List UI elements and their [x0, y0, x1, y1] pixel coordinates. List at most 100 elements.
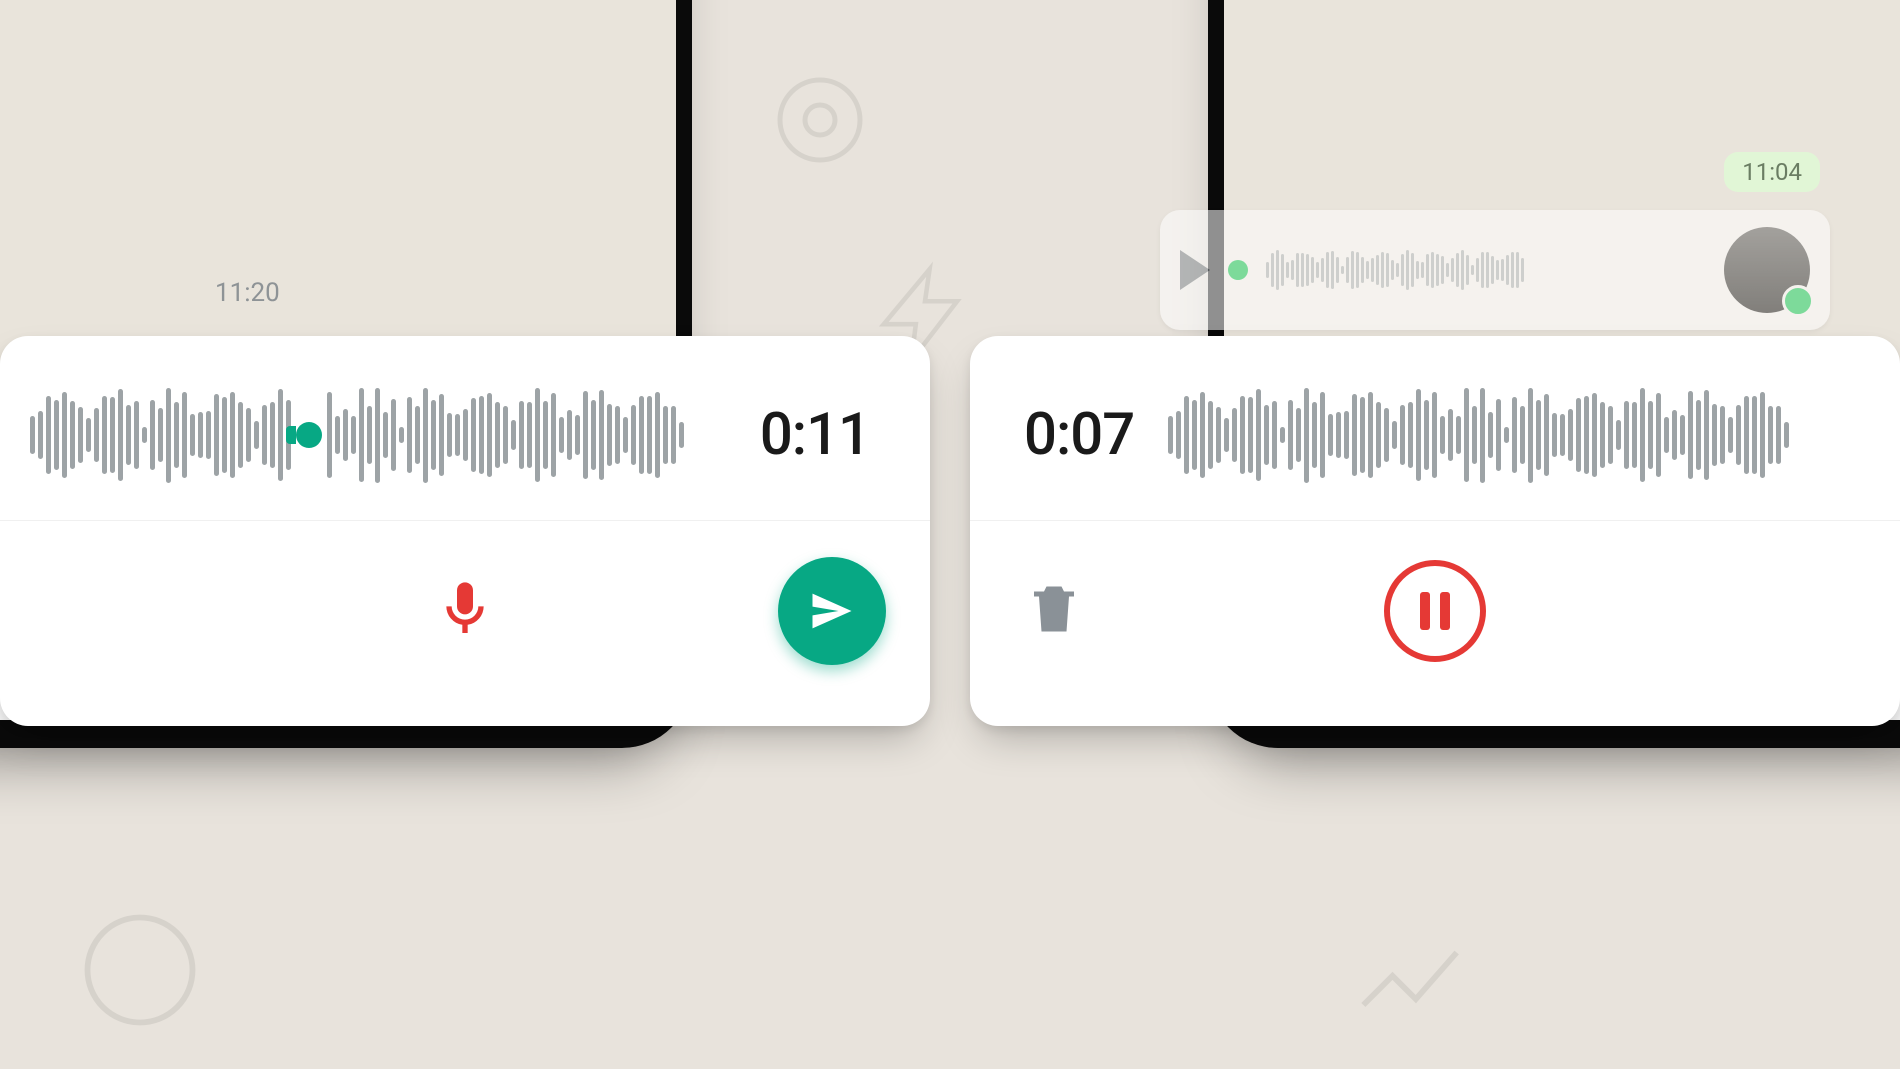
playhead-dot	[1228, 260, 1248, 280]
waveform-bar	[270, 402, 275, 468]
waveform-bar	[511, 420, 516, 450]
waveform-bar	[262, 405, 267, 466]
waveform-bar	[647, 396, 652, 474]
recording-duration: 0:11	[760, 401, 870, 469]
waveform-bar	[591, 400, 596, 470]
waveform-bar	[383, 412, 388, 457]
waveform-bar	[431, 400, 436, 470]
waveform-bar	[527, 402, 532, 467]
waveform-bar	[1464, 388, 1469, 482]
waveform-bar	[1480, 388, 1485, 483]
send-button[interactable]	[778, 557, 886, 665]
waveform-bar	[1216, 407, 1221, 463]
waveform-bar	[134, 401, 139, 469]
waveform-bar	[54, 400, 59, 471]
playhead-indicator[interactable]	[296, 422, 322, 448]
waveform-bar	[1296, 408, 1301, 462]
waveform-bar	[190, 414, 195, 456]
waveform-bar	[1384, 408, 1389, 461]
waveform-bar	[126, 405, 131, 465]
waveform-bar	[1168, 416, 1173, 455]
waveform-bar	[1648, 401, 1653, 469]
voice-record-card: 0:07	[970, 336, 1900, 726]
waveform-bar	[1312, 402, 1317, 468]
waveform-bar	[487, 393, 492, 476]
waveform-bar	[198, 412, 203, 458]
waveform-bar	[439, 394, 444, 475]
recording-duration: 0:07	[1024, 401, 1134, 469]
microphone-icon[interactable]	[433, 577, 497, 645]
waveform-bar	[1488, 412, 1493, 457]
waveform-bar	[1608, 406, 1613, 464]
waveform-bar	[78, 407, 83, 463]
waveform-bar	[599, 390, 604, 481]
waveform-bar	[671, 406, 676, 464]
waveform-bar	[1624, 401, 1629, 469]
waveform-bar	[623, 417, 628, 453]
pause-button[interactable]	[1384, 560, 1486, 662]
waveform-bar	[479, 396, 484, 474]
waveform-bar	[1360, 397, 1365, 473]
waveform-bar	[1752, 396, 1757, 474]
waveform-bar	[1352, 394, 1357, 476]
waveform-bar	[471, 398, 476, 472]
waveform-bar	[1432, 392, 1437, 477]
voice-message-bubble[interactable]: 0:09 11:15	[1160, 210, 1830, 330]
waveform-bar	[142, 427, 147, 443]
waveform-bar	[343, 409, 348, 462]
waveform-bar	[1568, 409, 1573, 461]
trash-button[interactable]	[1024, 579, 1084, 643]
waveform-bar	[447, 413, 452, 457]
waveform-bar	[607, 404, 612, 467]
waveform-recording[interactable]	[1168, 380, 1846, 490]
waveform-bar	[1696, 400, 1701, 470]
waveform-bar	[1776, 406, 1781, 464]
waveform-bar	[1656, 393, 1661, 476]
waveform-bar	[375, 388, 380, 483]
waveform-bar	[1304, 388, 1309, 483]
waveform-bar	[1632, 402, 1637, 467]
waveform-bar	[335, 416, 340, 455]
waveform-bar	[70, 401, 75, 468]
waveform-bar	[1576, 398, 1581, 472]
waveform-bar	[551, 393, 556, 476]
waveform-bar	[679, 422, 684, 449]
waveform-bar	[158, 408, 163, 462]
waveform-bar	[1584, 396, 1589, 474]
waveform-bar	[543, 401, 548, 469]
waveform-bar	[1544, 394, 1549, 475]
waveform-bar	[1448, 409, 1453, 462]
waveform-bar	[1496, 399, 1501, 472]
waveform-bar	[1600, 402, 1605, 467]
waveform-bar	[222, 397, 227, 473]
waveform-bar	[246, 408, 251, 461]
waveform-bar	[1208, 401, 1213, 468]
waveform-bar	[1728, 417, 1733, 453]
waveform-bar	[1536, 400, 1541, 470]
waveform-bar	[1680, 415, 1685, 455]
waveform-bar	[118, 389, 123, 481]
waveform-bar	[631, 405, 636, 465]
waveform-bar	[575, 415, 580, 455]
waveform-bar	[1592, 393, 1597, 476]
waveform-bar	[1520, 406, 1525, 464]
waveform-bar	[1392, 421, 1397, 450]
waveform-bar	[1264, 405, 1269, 465]
waveform-bar	[1744, 396, 1749, 473]
waveform-bar	[1344, 411, 1349, 458]
waveform-bar	[46, 396, 51, 474]
waveform-bar	[230, 392, 235, 478]
waveform-bar	[1184, 396, 1189, 474]
waveform-bar	[1440, 416, 1445, 455]
waveform-bar	[1784, 422, 1789, 449]
contact-avatar[interactable]	[1724, 227, 1810, 313]
waveform-bar	[399, 427, 404, 442]
mini-waveform	[1266, 245, 1706, 295]
waveform-bar	[1760, 392, 1765, 478]
waveform-bar	[615, 406, 620, 463]
play-icon[interactable]	[1180, 250, 1210, 290]
waveform-bar	[1528, 388, 1533, 483]
waveform-bar	[150, 400, 155, 471]
waveform-preview[interactable]	[30, 380, 726, 490]
waveform-bar	[1736, 405, 1741, 465]
